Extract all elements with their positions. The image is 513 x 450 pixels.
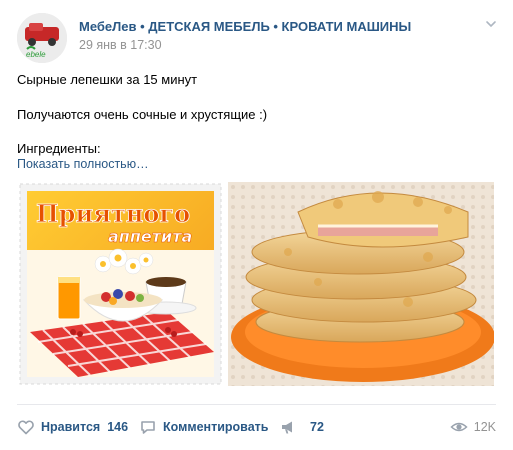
community-avatar[interactable]: ebele — [17, 13, 67, 63]
cheese-flatbread-photo — [228, 182, 494, 386]
card-subtitle: аппетита — [108, 227, 192, 246]
card-title: Приятного — [36, 199, 190, 228]
like-count: 146 — [107, 420, 129, 434]
post-divider — [17, 404, 496, 405]
post-photo-flatbreads[interactable] — [228, 182, 494, 386]
wall-post: ebele МебеЛев • ДЕТСКАЯ МЕБЕЛЬ • КРОВАТИ… — [0, 0, 513, 450]
heart-icon — [18, 420, 34, 435]
post-date[interactable]: 29 янв в 17:30 — [79, 38, 162, 52]
post-text-line: Ингредиенты: — [17, 141, 101, 156]
post-text-line: Получаются очень сочные и хрустящие :) — [17, 107, 268, 122]
avatar-logo-text: ebele — [26, 50, 46, 59]
post-actions-bar: Нравится 146 Комментировать 72 12K — [17, 412, 496, 442]
views-counter: 12K — [450, 412, 496, 442]
post-photo-greeting[interactable]: Приятного аппетита — [18, 182, 223, 386]
share-count: 72 — [310, 420, 324, 434]
greeting-card-image: Приятного аппетита — [19, 183, 222, 385]
megaphone-icon — [282, 421, 292, 434]
comment-icon — [141, 421, 155, 434]
post-text-line: Сырные лепешки за 15 минут — [17, 72, 198, 87]
post-author[interactable]: МебеЛев • ДЕТСКАЯ МЕБЕЛЬ • КРОВАТИ МАШИН… — [79, 19, 411, 34]
chevron-down-icon[interactable] — [485, 18, 497, 30]
eye-icon — [450, 422, 468, 432]
comment-label: Комментировать — [163, 420, 269, 434]
like-button[interactable]: Нравится 146 — [17, 412, 128, 442]
like-label: Нравится — [41, 420, 101, 434]
share-button[interactable]: 72 — [279, 412, 324, 442]
views-count: 12K — [473, 420, 496, 434]
comment-button[interactable]: Комментировать — [139, 412, 268, 442]
show-more-link[interactable]: Показать полностью… — [17, 157, 149, 171]
